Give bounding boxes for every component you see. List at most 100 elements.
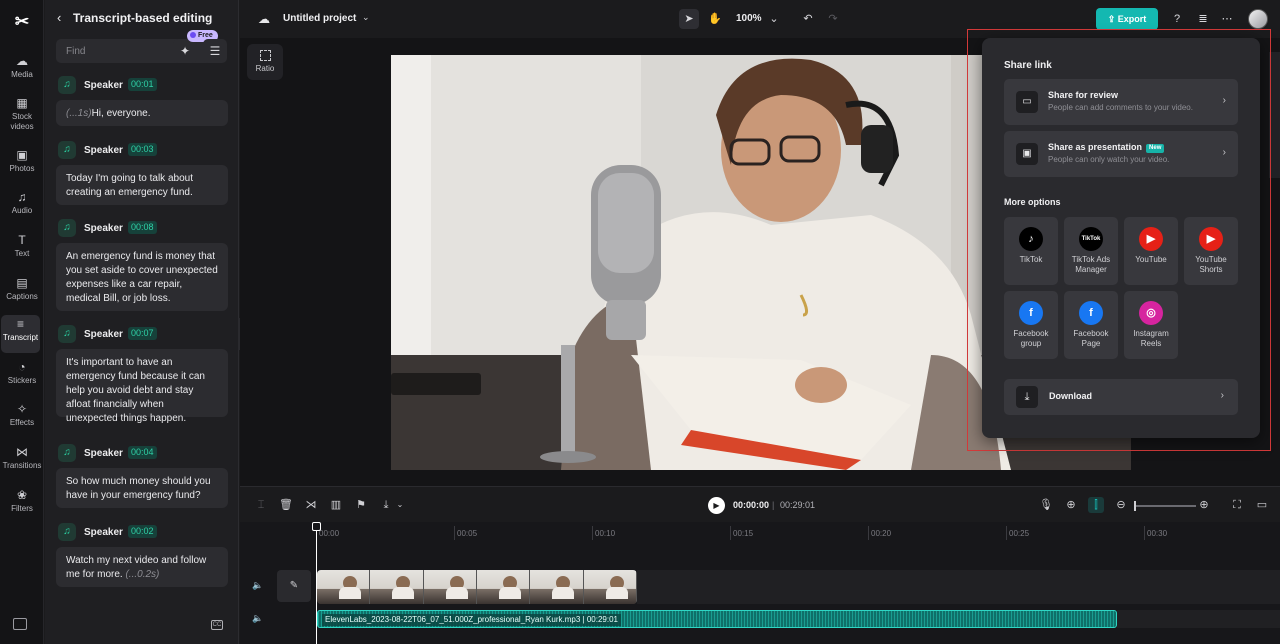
magic-wand-icon: ✦ [179,44,191,58]
rail-item-transcript[interactable]: ≡ Transcript [1,315,40,353]
speaker-name[interactable]: Speaker [84,223,123,234]
redo-icon[interactable]: ↷ [823,9,843,29]
segment-time[interactable]: 00:04 [128,446,157,459]
segment-time[interactable]: 00:03 [128,143,157,156]
music-note-icon: ♫ [58,444,76,462]
share-tile-youtube[interactable]: ▶ YouTube [1124,217,1178,285]
share-tile-youtube-shorts[interactable]: ▶ YouTube Shorts [1184,217,1238,285]
share-popup: Share link ▭ Share for review People can… [982,38,1260,438]
cloud-save-icon[interactable]: ☁ [258,12,270,26]
video-track-volume-icon[interactable]: 🔈 [252,580,263,591]
undo-icon[interactable]: ↶ [798,9,818,29]
segment-text[interactable]: (...1s)Hi, everyone. [56,100,228,126]
speaker-name[interactable]: Speaker [84,80,123,91]
audio-clip[interactable]: ElevenLabs_2023-08-22T06_07_51.000Z_prof… [317,610,1117,628]
chevron-right-icon: › [1222,147,1226,158]
video-clip[interactable] [317,570,637,604]
rail-item-media[interactable]: ☁ Media [0,52,44,90]
share-tile-facebook-group[interactable]: f Facebook group [1004,291,1058,359]
segment-text[interactable]: Today I'm going to talk about creating a… [56,165,228,205]
play-button[interactable]: ▶ [708,497,725,514]
rail-item-audio[interactable]: ♫ Audio [0,188,44,226]
pause-marker[interactable]: (...1s) [66,108,92,119]
timeline-zoom-slider[interactable] [1134,505,1196,507]
image-icon: ▣ [16,148,28,162]
export-button[interactable]: ⇪ Export [1096,8,1158,30]
segment-text[interactable]: Watch my next video and follow me for mo… [56,547,228,587]
share-for-review-button[interactable]: ▭ Share for review People can add commen… [1004,79,1238,125]
segment-time[interactable]: 00:07 [128,327,157,340]
filter-options-button[interactable]: ☰ [203,39,227,63]
magnet-snap-icon[interactable]: ⊕ [1063,497,1079,513]
link-clips-icon[interactable]: ⫿ [1088,497,1104,513]
rail-item-captions[interactable]: ▤ Captions [0,274,44,312]
rail-item-filters[interactable]: ❀ Filters [0,486,44,524]
rail-item-photos[interactable]: ▣ Photos [0,146,44,184]
back-arrow-icon[interactable]: ‹ [57,10,61,25]
playhead-handle[interactable] [312,522,321,531]
audio-track-volume-icon[interactable]: 🔈 [252,613,263,624]
crop-icon[interactable]: ▥ [328,497,344,513]
rail-item-stickers[interactable]: ◔ Stickers [0,358,44,396]
capcut-logo-icon[interactable]: ✂ [12,12,32,32]
trim-icon[interactable]: ⋊ [303,497,319,513]
youtube-icon: ▶ [1139,227,1163,251]
zoom-in-icon[interactable]: ⊕ [1196,497,1212,513]
speaker-name[interactable]: Speaker [84,448,123,459]
segment-text[interactable]: So how much money should you have in you… [56,468,228,508]
segment-text[interactable]: It's important to have an emergency fund… [56,349,228,424]
chevron-down-icon[interactable]: ⌄ [392,497,408,513]
playhead[interactable] [316,522,317,644]
ruler-label: 00:00 [319,529,340,538]
rail-item-transitions[interactable]: ⋈ Transitions [0,443,44,481]
fit-to-screen-icon[interactable]: ⛶ [1229,497,1245,513]
share-tile-facebook-page[interactable]: f Facebook Page [1064,291,1118,359]
pause-marker[interactable]: (...0.2s) [125,569,159,580]
segment-time[interactable]: 00:01 [128,78,157,91]
edit-cover-button[interactable]: ✎ [277,570,311,602]
feedback-icon[interactable]: ▭ [1254,497,1270,513]
segment-header: ♫ Speaker 00:07 [56,325,228,345]
layers-icon[interactable]: ≣ [1193,9,1213,29]
rail-item-text[interactable]: T Text [0,231,44,269]
rail-item-effects[interactable]: ✧ Effects [0,400,44,438]
segment-time[interactable]: 00:02 [128,525,157,538]
rail-item-stock-videos[interactable]: ▦ Stock videos [0,94,44,132]
timeline-zoom-knob[interactable] [1134,501,1136,511]
share-tile-instagram-reels[interactable]: ◎ Instagram Reels [1124,291,1178,359]
flag-marker-icon[interactable]: ⚑ [353,497,369,513]
delete-icon[interactable]: 🗑 [278,497,294,513]
timeline[interactable]: 00:00 00:05 00:10 00:15 00:20 00:25 00:30 🔈 ✎ … [240,522,1280,644]
download-button[interactable]: ⤓ Download › [1004,379,1238,415]
help-icon[interactable]: ? [1167,9,1187,29]
captions-icon: ▤ [16,276,28,290]
ratio-button[interactable]: Ratio [247,44,283,80]
captions-toggle-icon[interactable]: CC [211,620,223,630]
more-options-icon[interactable]: ⋯ [1217,9,1237,29]
split-icon[interactable]: ⌶ [253,497,269,513]
chevron-down-icon[interactable]: ⌄ [362,12,370,23]
cloud-upload-icon: ☁ [16,54,28,68]
ai-magic-button[interactable]: ✦ [173,39,197,63]
zoom-out-icon[interactable]: ⊖ [1113,497,1129,513]
share-tile-tiktok[interactable]: ♪ TikTok [1004,217,1058,285]
select-pointer-icon[interactable]: ➤ [679,9,699,29]
current-time: 00:00:00 [733,500,770,510]
hand-pan-icon[interactable]: ✋ [705,9,725,29]
segment-text[interactable]: An emergency fund is money that you set … [56,243,228,311]
share-as-presentation-button[interactable]: ▣ Share as presentation New People can on… [1004,131,1238,177]
music-note-icon: ♫ [58,76,76,94]
share-tile-tiktok-ads-manager[interactable]: TikTok TikTok Ads Manager [1064,217,1118,285]
zoom-level[interactable]: 100% [736,13,762,24]
project-title[interactable]: Untitled project [283,13,356,24]
speaker-name[interactable]: Speaker [84,329,123,340]
audio-track-empty [1117,610,1280,628]
segment-time[interactable]: 00:08 [128,221,157,234]
chevron-down-icon[interactable]: ⌄ [764,9,784,29]
ruler-tick [1006,526,1007,540]
speaker-name[interactable]: Speaker [84,527,123,538]
keyboard-shortcuts-icon[interactable] [13,618,27,630]
avatar[interactable] [1248,9,1268,29]
microphone-icon[interactable]: 🎙 [1038,497,1054,513]
speaker-name[interactable]: Speaker [84,145,123,156]
